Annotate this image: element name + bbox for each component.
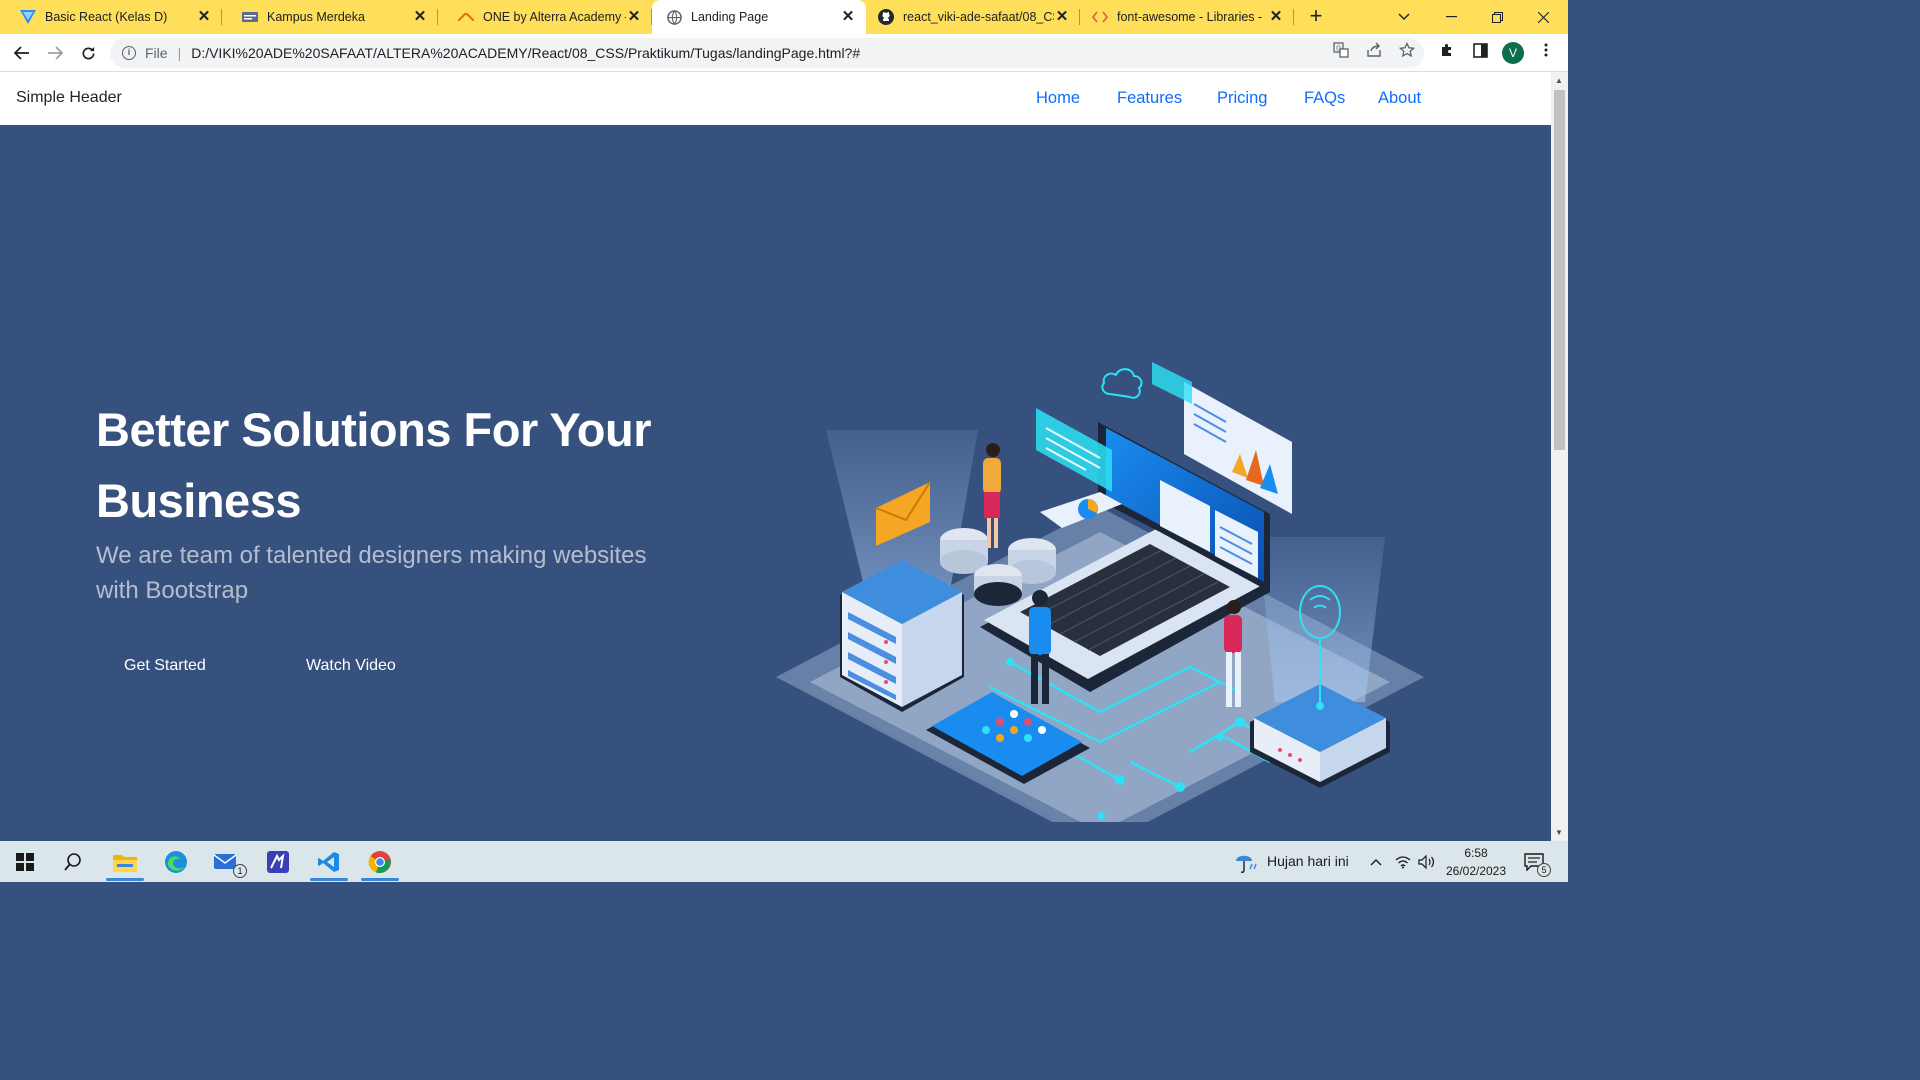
close-tab-icon[interactable]: ✕ <box>1054 9 1070 25</box>
data-card-icon <box>1152 362 1192 404</box>
chrome-icon[interactable] <box>359 845 401 881</box>
mail-icon[interactable]: 1 <box>206 845 248 879</box>
cloud-icon <box>1101 368 1143 399</box>
notification-center-icon[interactable]: 5 <box>1516 845 1552 879</box>
profile-avatar[interactable]: V <box>1502 42 1524 64</box>
scrollbar-thumb[interactable] <box>1554 90 1565 450</box>
volume-icon[interactable] <box>1414 845 1440 879</box>
tab-basic-react[interactable]: Basic React (Kelas D) ✕ <box>0 0 222 34</box>
tab-title: Kampus Merdeka <box>267 10 365 24</box>
close-tab-icon[interactable]: ✕ <box>196 9 212 25</box>
vscode-icon[interactable] <box>308 845 350 881</box>
nav-link-about[interactable]: About <box>1378 89 1421 108</box>
restore-icon[interactable] <box>1474 0 1520 34</box>
code-icon <box>1092 9 1108 25</box>
unity-hub-icon[interactable] <box>257 845 299 879</box>
landing-page: Simple Header Home Features Pricing FAQs… <box>0 72 1551 841</box>
hero-illustration <box>776 362 1424 822</box>
tab-landing-page[interactable]: Landing Page ✕ <box>652 0 866 34</box>
close-window-icon[interactable] <box>1520 0 1566 34</box>
hero-subtitle: We are team of talented designers making… <box>96 538 656 608</box>
back-arrow-icon[interactable] <box>9 40 35 66</box>
alterra-academy-icon <box>458 9 474 25</box>
translate-icon[interactable]: G <box>1332 41 1350 59</box>
chat-panel-icon <box>1036 408 1112 492</box>
nav-link-pricing[interactable]: Pricing <box>1217 89 1267 108</box>
url-divider: | <box>177 45 182 61</box>
reload-icon[interactable] <box>75 40 101 66</box>
search-icon[interactable] <box>52 845 94 879</box>
url-text[interactable]: D:/VIKI%20ADE%20SAFAAT/ALTERA%20ACADEMY/… <box>191 45 860 61</box>
tab-kampus-merdeka[interactable]: Kampus Merdeka ✕ <box>222 0 438 34</box>
tab-title: ONE by Alterra Academy – [ <box>483 10 626 24</box>
page-scrollbar[interactable]: ▲ ▼ <box>1551 72 1568 841</box>
side-panel-icon[interactable] <box>1471 41 1489 59</box>
mail-badge: 1 <box>233 864 247 878</box>
close-tab-icon[interactable]: ✕ <box>1268 9 1284 25</box>
github-icon <box>878 9 894 25</box>
hero-title: Better Solutions For Your Business <box>96 394 716 536</box>
hero-title-line-1: Better Solutions For Your <box>96 403 652 456</box>
windows-start-icon[interactable] <box>4 845 46 879</box>
file-explorer-icon[interactable] <box>104 845 146 881</box>
clock-time: 6:58 <box>1464 846 1488 860</box>
watch-video-button[interactable]: Watch Video <box>306 657 396 675</box>
hero-title-line-2: Business <box>96 474 301 527</box>
close-tab-icon[interactable]: ✕ <box>840 9 856 25</box>
close-tab-icon[interactable]: ✕ <box>412 9 428 25</box>
site-info-icon[interactable]: i <box>122 46 136 60</box>
wifi-status-icon[interactable] <box>1390 845 1416 879</box>
tab-title: Landing Page <box>691 10 769 24</box>
rain-weather-icon[interactable] <box>1228 845 1264 879</box>
site-header: Simple Header Home Features Pricing FAQs… <box>0 72 1551 125</box>
site-brand[interactable]: Simple Header <box>16 89 122 107</box>
windows-taskbar: 1 Hujan hari ini 6:58 26/02/2023 5 <box>0 841 1568 882</box>
extensions-icon[interactable] <box>1438 41 1456 59</box>
clock-date: 26/02/2023 <box>1445 864 1507 878</box>
hero-subtitle-line-2: with Bootstrap <box>96 577 249 604</box>
notification-badge: 5 <box>1537 863 1551 877</box>
tab-search-chevron-icon[interactable] <box>1381 0 1427 34</box>
system-clock[interactable]: 6:58 26/02/2023 <box>1445 844 1507 880</box>
close-tab-icon[interactable]: ✕ <box>626 9 642 25</box>
woman-standing-figure <box>983 443 1001 548</box>
weather-text[interactable]: Hujan hari ini <box>1267 853 1349 869</box>
bookmark-star-icon[interactable] <box>1398 41 1416 59</box>
tab-font-awesome[interactable]: font-awesome - Libraries - ✕ <box>1080 0 1294 34</box>
nav-link-features[interactable]: Features <box>1117 89 1182 108</box>
nav-link-home[interactable]: Home <box>1036 89 1080 108</box>
new-tab-icon[interactable]: + <box>1305 5 1327 27</box>
address-bar[interactable]: i File | D:/VIKI%20ADE%20SAFAAT/ALTERA%2… <box>110 38 1424 68</box>
edge-browser-icon[interactable] <box>155 845 197 879</box>
kampus-merdeka-icon <box>242 9 258 25</box>
share-icon[interactable] <box>1365 41 1383 59</box>
tab-strip: Basic React (Kelas D) ✕ Kampus Merdeka ✕… <box>0 0 1568 34</box>
nav-link-faqs[interactable]: FAQs <box>1304 89 1345 108</box>
more-menu-icon[interactable] <box>1537 41 1555 59</box>
get-started-button[interactable]: Get Started <box>124 657 206 675</box>
tab-title: font-awesome - Libraries - <box>1117 10 1263 24</box>
tab-title: Basic React (Kelas D) <box>45 10 168 24</box>
scroll-up-arrow-icon[interactable]: ▲ <box>1555 76 1563 85</box>
minimize-icon[interactable] <box>1428 0 1474 34</box>
tab-alterra-academy[interactable]: ONE by Alterra Academy – [ ✕ <box>438 0 652 34</box>
tab-github[interactable]: react_viki-ade-safaat/08_CS ✕ <box>866 0 1080 34</box>
hero-subtitle-line-1: We are team of talented designers making… <box>96 542 647 569</box>
light-beam-right <box>1258 537 1385 702</box>
show-hidden-icons-chevron-icon[interactable] <box>1362 845 1390 879</box>
globe-icon <box>666 9 682 25</box>
alterra-icon <box>20 9 36 25</box>
url-scheme: File <box>145 45 168 61</box>
browser-toolbar: i File | D:/VIKI%20ADE%20SAFAAT/ALTERA%2… <box>0 34 1568 72</box>
forward-arrow-icon[interactable] <box>42 40 68 66</box>
tab-title: react_viki-ade-safaat/08_CS <box>903 10 1054 24</box>
scroll-down-arrow-icon[interactable]: ▼ <box>1555 828 1563 837</box>
